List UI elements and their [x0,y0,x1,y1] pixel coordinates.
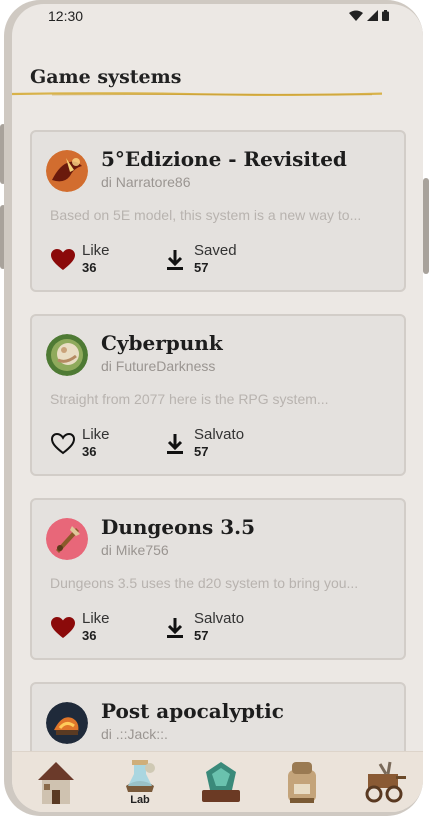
card-author[interactable]: di Mike756 [101,542,169,558]
nav-inventory[interactable] [272,756,332,810]
nav-market[interactable] [352,756,412,810]
game-system-card[interactable]: Cyberpunk di FutureDarkness Straight fro… [30,314,406,476]
card-description: Based on 5E model, this system is a new … [50,207,362,223]
title-underline [12,92,382,96]
heart-filled-icon [51,249,75,270]
lab-icon [126,760,155,792]
like-label: Like [82,426,110,443]
save-button[interactable]: Salvato 57 [162,426,262,460]
save-label: Saved [194,242,237,259]
game-system-card[interactable]: Dungeons 3.5 di Mike756 Dungeons 3.5 use… [30,498,406,660]
screen: 12:30 Game systems 5°Edizione - Revisite… [12,4,423,812]
game-system-card[interactable]: 5°Edizione - Revisited di Narratore86 Ba… [30,130,406,292]
status-bar: 12:30 [12,4,423,28]
like-label: Like [82,242,110,259]
page-title: Game systems [30,66,182,88]
system-avatar [46,518,88,560]
save-count: 57 [194,444,209,459]
status-icons [349,10,389,21]
wifi-icon [349,10,363,21]
signal-icon [367,10,378,21]
dice-book-icon [202,762,240,802]
save-label: Salvato [194,610,245,627]
device-frame: 12:30 Game systems 5°Edizione - Revisite… [0,0,429,818]
bottom-navigation: Lab [12,751,423,812]
like-button[interactable]: Like 36 [50,610,130,644]
card-author[interactable]: di Narratore86 [101,174,191,190]
like-button[interactable]: Like 36 [50,426,130,460]
save-button[interactable]: Saved 57 [162,242,262,276]
backpack-icon [288,762,316,803]
nav-home[interactable] [26,756,86,810]
download-icon [167,618,183,638]
card-title: 5°Edizione - Revisited [101,147,347,171]
status-time: 12:30 [48,8,84,24]
system-avatar [46,334,88,376]
card-description: Dungeons 3.5 uses the d20 system to brin… [50,575,359,591]
device-body: 12:30 Game systems 5°Edizione - Revisite… [4,0,423,816]
save-button[interactable]: Salvato 57 [162,610,262,644]
system-avatar [46,702,88,744]
card-title: Post apocalyptic [101,699,284,723]
card-description: Straight from 2077 here is the RPG syste… [50,391,329,407]
nav-lab[interactable]: Lab [110,756,170,810]
nav-systems[interactable] [190,756,250,810]
save-count: 57 [194,628,209,643]
card-title: Dungeons 3.5 [101,515,256,539]
heart-outline-icon [50,432,76,455]
download-icon [167,250,183,270]
card-title: Cyberpunk [101,331,223,355]
like-label: Like [82,610,110,627]
system-avatar [46,150,88,192]
house-icon [38,762,74,804]
side-button-right [423,178,429,274]
save-count: 57 [194,260,209,275]
nav-label-lab: Lab [130,794,150,806]
like-count: 36 [82,260,97,275]
battery-icon [382,10,389,21]
card-author[interactable]: di .::Jack::. [101,726,168,742]
cart-icon [365,761,406,803]
like-button[interactable]: Like 36 [50,242,130,276]
like-count: 36 [82,628,97,643]
like-count: 36 [82,444,97,459]
heart-filled-icon [51,617,75,638]
card-author[interactable]: di FutureDarkness [101,358,215,374]
save-label: Salvato [194,426,245,443]
download-icon [167,434,183,454]
